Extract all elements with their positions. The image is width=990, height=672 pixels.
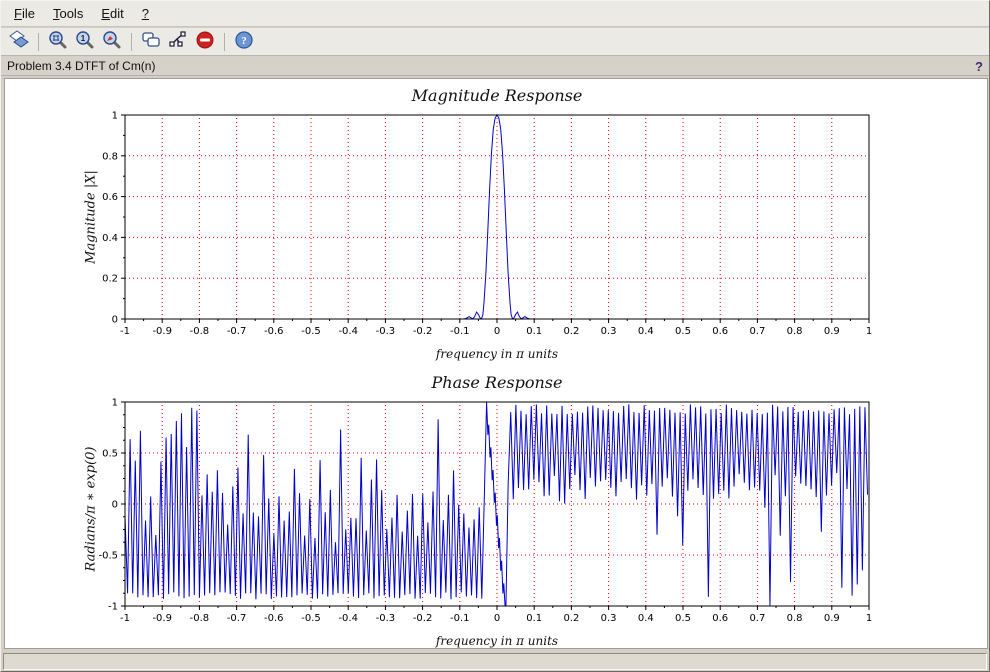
zoom-out-icon <box>102 30 122 53</box>
zoom-area-button[interactable] <box>46 30 70 54</box>
zoom-area-icon <box>48 30 68 53</box>
svg-text:0.2: 0.2 <box>563 613 579 624</box>
svg-text:1: 1 <box>866 326 872 337</box>
phase-xaxis-label: frequency in π units <box>435 634 559 648</box>
svg-text:-0.4: -0.4 <box>338 326 358 337</box>
svg-text:0.1: 0.1 <box>526 613 542 624</box>
svg-text:0.4: 0.4 <box>638 613 654 624</box>
svg-text:0.4: 0.4 <box>102 233 118 244</box>
graphics-editor-button[interactable] <box>166 30 190 54</box>
info-bar: Problem 3.4 DTFT of Cm(n) ? <box>1 57 989 76</box>
svg-text:-0.7: -0.7 <box>227 326 247 337</box>
phase-plot: -1 -0.9 -0.8 -0.7 -0.6 -0.5 -0.4 -0.3 -0.2 -0.1 0 0… <box>98 398 872 625</box>
svg-text:-0.5: -0.5 <box>301 613 321 624</box>
svg-text:0.4: 0.4 <box>638 326 654 337</box>
svg-text:1: 1 <box>81 34 86 43</box>
magnitude-yaxis-label: Magnitude |X| <box>83 170 99 264</box>
svg-text:-0.2: -0.2 <box>413 613 433 624</box>
magnitude-xaxis-label: frequency in π units <box>435 347 559 361</box>
svg-text:0: 0 <box>494 613 500 624</box>
svg-text:0.7: 0.7 <box>749 326 765 337</box>
menu-bar: File Tools Edit? <box>1 1 989 27</box>
menu-file[interactable]: File <box>5 3 44 24</box>
svg-text:0.5: 0.5 <box>102 449 118 460</box>
svg-text:0.5: 0.5 <box>675 613 691 624</box>
stop-icon <box>195 30 215 53</box>
rotate-button[interactable] <box>7 30 31 54</box>
magnitude-plot: -1 -0.9 -0.8 -0.7 -0.6 -0.5 -0.4 -0.3 -0.2 -0.1 0 0… <box>102 111 872 338</box>
svg-text:0.8: 0.8 <box>102 151 118 162</box>
svg-text:0.3: 0.3 <box>601 613 617 624</box>
svg-text:-0.3: -0.3 <box>376 326 396 337</box>
graphics-editor-icon <box>168 30 188 53</box>
svg-text:0: 0 <box>494 326 500 337</box>
about-icon: ? <box>234 30 254 53</box>
menu-help[interactable]: ? <box>133 3 158 24</box>
svg-text:-0.4: -0.4 <box>338 613 358 624</box>
toolbar: 1 ? <box>1 28 989 56</box>
menu-tools[interactable]: Tools <box>44 3 92 24</box>
stop-button[interactable] <box>193 30 217 54</box>
original-view-button[interactable]: 1 <box>73 30 97 54</box>
svg-text:-0.9: -0.9 <box>152 613 172 624</box>
svg-text:0.7: 0.7 <box>749 613 765 624</box>
scilab-graphic-window: File Tools Edit? 1 ? Problem 3.4 DTFT of… <box>0 0 990 672</box>
menu-edit[interactable]: Edit <box>92 3 132 24</box>
svg-text:-0.3: -0.3 <box>376 613 396 624</box>
rotate-icon <box>9 30 29 53</box>
svg-text:-0.8: -0.8 <box>190 326 210 337</box>
svg-text:-0.8: -0.8 <box>190 613 210 624</box>
svg-text:1: 1 <box>112 398 118 409</box>
svg-text:?: ? <box>241 35 247 47</box>
svg-text:0.5: 0.5 <box>675 326 691 337</box>
svg-text:0.2: 0.2 <box>563 326 579 337</box>
svg-text:0.6: 0.6 <box>712 326 728 337</box>
svg-text:0.9: 0.9 <box>824 326 840 337</box>
svg-text:-1: -1 <box>108 602 118 613</box>
about-button[interactable]: ? <box>232 30 256 54</box>
svg-text:-0.7: -0.7 <box>227 613 247 624</box>
toolbar-separator <box>38 32 39 51</box>
svg-text:-0.1: -0.1 <box>450 326 470 337</box>
svg-text:0.3: 0.3 <box>601 326 617 337</box>
svg-text:-0.6: -0.6 <box>264 326 284 337</box>
svg-text:0.8: 0.8 <box>787 613 803 624</box>
svg-text:-0.5: -0.5 <box>301 326 321 337</box>
figure-title: Problem 3.4 DTFT of Cm(n) <box>7 59 156 73</box>
svg-text:0.8: 0.8 <box>787 326 803 337</box>
svg-text:-1: -1 <box>120 613 130 624</box>
svg-text:0.6: 0.6 <box>102 192 118 203</box>
svg-text:-0.9: -0.9 <box>152 326 172 337</box>
svg-text:-1: -1 <box>120 326 130 337</box>
zoom-out-button[interactable] <box>100 30 124 54</box>
svg-text:-0.2: -0.2 <box>413 326 433 337</box>
svg-text:0: 0 <box>112 500 118 511</box>
copy-icon <box>141 30 161 53</box>
original-view-icon: 1 <box>75 30 95 53</box>
toolbar-separator <box>131 32 132 51</box>
infobar-help[interactable]: ? <box>975 59 983 74</box>
svg-text:-0.1: -0.1 <box>450 613 470 624</box>
svg-text:-0.5: -0.5 <box>98 551 118 562</box>
svg-text:1: 1 <box>112 111 118 122</box>
figure-canvas[interactable]: Magnitude Response -1 -0.9 -0.8 -0.7 -0.6 -0.… <box>4 78 988 649</box>
copy-button[interactable] <box>139 30 163 54</box>
svg-text:0.2: 0.2 <box>102 274 118 285</box>
svg-text:0: 0 <box>112 315 118 326</box>
svg-text:-0.6: -0.6 <box>264 613 284 624</box>
svg-text:0.1: 0.1 <box>526 326 542 337</box>
toolbar-separator <box>224 32 225 51</box>
svg-text:1: 1 <box>866 613 872 624</box>
svg-text:0.6: 0.6 <box>712 613 728 624</box>
svg-text:0.9: 0.9 <box>824 613 840 624</box>
status-bar <box>3 653 987 670</box>
phase-yaxis-label: Radians/π ∗ exp(0) <box>83 446 99 572</box>
